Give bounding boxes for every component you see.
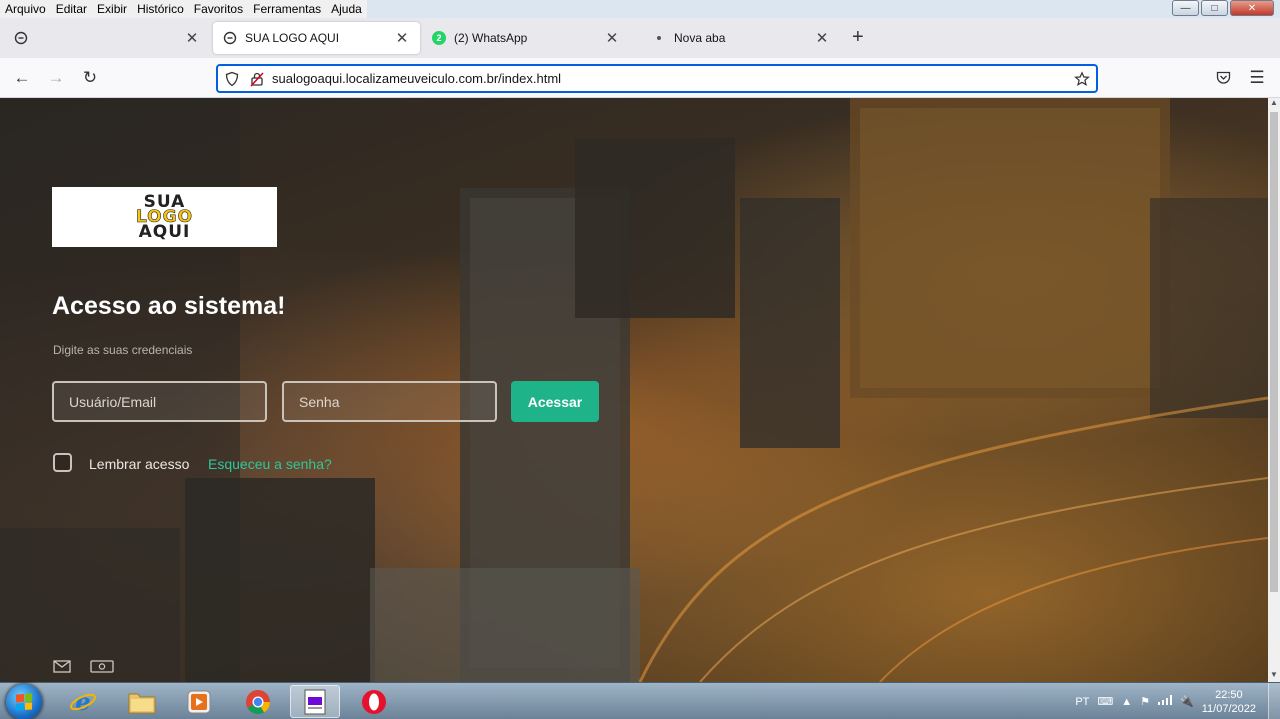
scroll-up-icon[interactable]: ▲ [1268,98,1280,110]
bookmark-star-icon[interactable] [1074,70,1090,87]
remember-label[interactable]: Lembrar acesso [89,456,189,472]
opera-icon[interactable] [349,685,399,718]
show-hidden-icons-icon[interactable]: ▲ [1121,696,1132,708]
chrome-icon[interactable] [233,685,283,718]
olx-window-icon[interactable] [290,685,340,718]
login-button[interactable]: Acessar [511,381,599,422]
clock-date: 11/07/2022 [1201,702,1256,715]
close-tab-icon[interactable]: ✕ [394,29,410,47]
username-input[interactable]: Usuário/Email [52,381,267,422]
scroll-thumb[interactable] [1270,112,1278,592]
menu-ferramentas[interactable]: Ferramentas [248,0,326,18]
remember-checkbox[interactable] [53,453,72,472]
dot-icon [652,31,666,45]
login-subtitle: Digite as suas credenciais [53,343,193,357]
back-arrow-icon[interactable]: ← [12,68,32,88]
minimize-button[interactable]: — [1172,0,1199,16]
forgot-password-link[interactable]: Esqueceu a senha? [208,456,332,472]
scroll-down-icon[interactable]: ▼ [1268,670,1280,682]
menu-editar[interactable]: Editar [51,0,92,18]
password-placeholder: Senha [299,393,340,410]
menu-exibir[interactable]: Exibir [92,0,132,18]
menu-favoritos[interactable]: Favoritos [189,0,248,18]
page-viewport: SUA LOGO AQUI Acesso ao sistema! Digite … [0,98,1268,682]
windows-logo-icon [16,693,32,711]
close-window-button[interactable]: ✕ [1230,0,1274,16]
password-input[interactable]: Senha [282,381,497,422]
tab-strip: ✕ SUA LOGO AQUI ✕ 2 (2) WhatsApp ✕ Nova … [0,18,1280,58]
network-signal-icon[interactable] [1158,695,1173,708]
logo-line-3: AQUI [138,221,191,242]
login-title: Acesso ao sistema! [52,292,286,320]
media-player-icon[interactable] [174,685,224,718]
new-tab-button[interactable]: + [852,26,864,49]
site-favicon-icon [223,31,237,45]
close-tab-icon[interactable]: ✕ [604,29,620,47]
menu-bar: Arquivo Editar Exibir Histórico Favorito… [0,0,367,18]
pocket-icon[interactable] [1213,68,1233,88]
whatsapp-badge: 2 [432,31,446,45]
money-icon[interactable] [90,660,114,676]
close-tab-icon[interactable]: ✕ [814,29,830,47]
tab-label: (2) WhatsApp [454,31,528,45]
window-controls: — □ ✕ [1172,0,1274,16]
system-tray: PT ⌨ ▲ ⚑ 🔌 22:50 11/07/2022 [1075,683,1280,719]
svg-text:e: e [75,688,90,716]
username-placeholder: Usuário/Email [69,393,157,410]
action-center-flag-icon[interactable]: ⚑ [1140,695,1150,708]
menu-arquivo[interactable]: Arquivo [0,0,51,18]
start-button[interactable] [6,684,42,719]
language-indicator[interactable]: PT [1075,696,1089,708]
tab-blank[interactable]: ✕ [4,22,210,54]
vertical-scrollbar[interactable]: ▲ ▼ [1268,98,1280,682]
close-tab-icon[interactable]: ✕ [184,29,200,47]
blank-page-icon [14,31,28,45]
hamburger-menu-icon[interactable]: ☰ [1247,68,1267,88]
internet-explorer-icon[interactable]: e [58,685,108,718]
maximize-button[interactable]: □ [1201,0,1228,16]
windows-taskbar: e PT ⌨ ▲ ⚑ 🔌 22:50 11/07/2022 [0,682,1280,719]
tab-whatsapp[interactable]: 2 (2) WhatsApp ✕ [422,22,630,54]
address-bar[interactable]: sualogoaqui.localizameuveiculo.com.br/in… [216,64,1098,93]
menu-historico[interactable]: Histórico [132,0,189,18]
whatsapp-icon: 2 [432,31,446,45]
keyboard-icon[interactable]: ⌨ [1097,695,1113,708]
show-desktop-button[interactable] [1268,683,1280,719]
reload-icon[interactable]: ↻ [80,68,100,88]
site-logo: SUA LOGO AQUI [52,187,277,247]
insecure-lock-icon[interactable] [250,71,264,87]
tab-label: SUA LOGO AQUI [245,31,340,45]
shield-icon[interactable] [224,71,240,87]
forward-arrow-icon[interactable]: → [46,68,66,88]
clock-time: 22:50 [1215,688,1243,701]
url-text[interactable]: sualogoaqui.localizameuveiculo.com.br/in… [272,71,561,86]
tab-nova-aba[interactable]: Nova aba ✕ [642,22,840,54]
envelope-icon[interactable] [53,660,71,676]
navigation-bar: ← → ↻ sualogoaqui.localizameuveiculo.com… [0,58,1280,98]
tab-label: Nova aba [674,31,726,45]
file-explorer-icon[interactable] [117,685,167,718]
menu-ajuda[interactable]: Ajuda [326,0,367,18]
tab-sua-logo[interactable]: SUA LOGO AQUI ✕ [213,22,420,54]
power-icon[interactable]: 🔌 [1180,695,1194,708]
taskbar-clock[interactable]: 22:50 11/07/2022 [1202,688,1256,716]
